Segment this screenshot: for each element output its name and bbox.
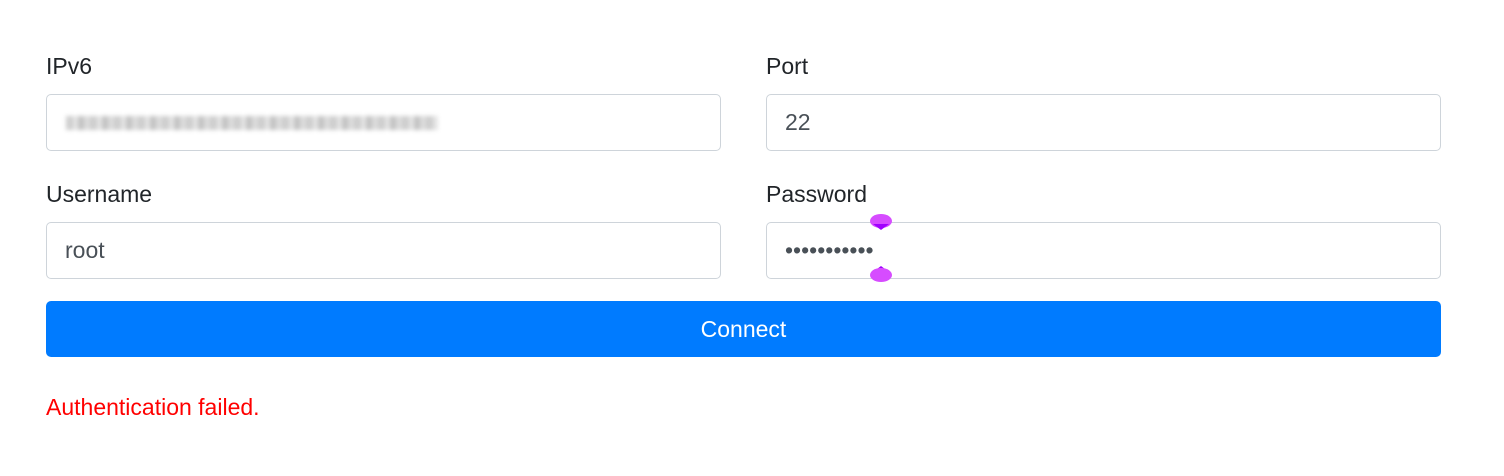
authentication-error-message: Authentication failed. [46, 394, 260, 420]
password-field[interactable] [766, 222, 1441, 279]
redacted-ipv6-value [66, 116, 438, 130]
ssh-connection-form: IPv6 Port Username Password Connect Auth… [46, 0, 1441, 476]
port-field[interactable] [766, 94, 1441, 151]
selection-handle-bottom-icon[interactable] [869, 266, 893, 282]
ipv6-field-wrapper[interactable] [46, 94, 721, 151]
selection-handle-top-icon[interactable] [869, 214, 893, 230]
ipv6-label: IPv6 [46, 53, 93, 79]
username-label: Username [46, 181, 153, 207]
port-label: Port [766, 53, 809, 79]
username-field[interactable] [46, 222, 721, 279]
password-label: Password [766, 181, 867, 207]
connect-button[interactable]: Connect [46, 301, 1441, 357]
